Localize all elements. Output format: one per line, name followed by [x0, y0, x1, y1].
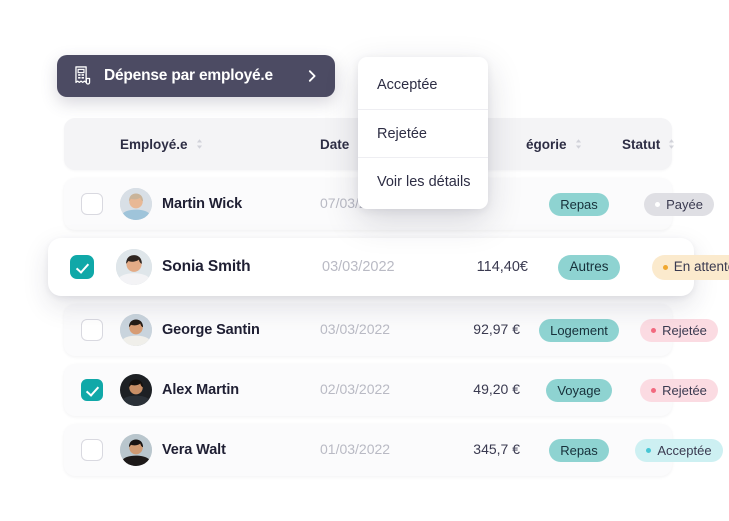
column-header-employee-label: Employé.e — [120, 137, 188, 152]
menu-item-rejetee[interactable]: Rejetée — [358, 109, 488, 157]
status-cell: Rejetée — [616, 319, 728, 342]
row-checkbox[interactable] — [81, 193, 103, 215]
amount-cell: 49,20 € — [428, 381, 520, 399]
column-header-date-label: Date — [320, 137, 349, 152]
status-cell: En attente — [628, 255, 729, 280]
category-cell: Repas — [520, 193, 616, 216]
sort-arrows-icon — [667, 138, 676, 150]
receipt-icon — [73, 66, 92, 86]
row-checkbox-checked[interactable] — [70, 255, 94, 279]
date-value: 02/03/2022 — [320, 381, 390, 397]
category-cell: Autres — [528, 255, 628, 280]
category-badge: Voyage — [546, 379, 611, 402]
status-dot-icon — [651, 328, 656, 333]
column-header-category-label: égorie — [526, 137, 567, 152]
amount-value: 114,40€ — [477, 259, 528, 275]
table-row[interactable]: Alex Martin02/03/202249,20 €VoyageRejeté… — [64, 364, 672, 416]
amount-cell: 92,97 € — [428, 321, 520, 339]
amount-cell: 114,40€ — [434, 258, 528, 276]
status-label: Rejetée — [662, 324, 707, 337]
row-checkbox-cell — [64, 319, 120, 341]
row-checkbox[interactable] — [81, 439, 103, 461]
date-cell: 03/03/2022 — [322, 258, 434, 276]
avatar — [120, 434, 152, 466]
date-value: 01/03/2022 — [320, 441, 390, 457]
status-dot-icon — [646, 448, 651, 453]
category-cell: Logement — [520, 319, 616, 342]
row-checkbox-cell — [64, 379, 120, 401]
status-label: Rejetée — [662, 384, 707, 397]
employee-cell: Martin Wick — [120, 188, 320, 220]
status-dot-icon — [651, 388, 656, 393]
menu-item-label: Acceptée — [377, 77, 437, 93]
row-checkbox[interactable] — [81, 319, 103, 341]
row-checkbox-checked[interactable] — [81, 379, 103, 401]
amount-value: 49,20 € — [473, 381, 520, 397]
chevron-right-icon — [305, 69, 319, 83]
row-checkbox-cell — [64, 193, 120, 215]
avatar — [120, 314, 152, 346]
menu-item-acceptee[interactable]: Acceptée — [358, 61, 488, 109]
employee-name: Sonia Smith — [162, 258, 250, 276]
sort-arrows-icon — [195, 138, 204, 150]
status-badge: Payée — [644, 193, 714, 216]
expense-table-screen: Dépense par employé.e Employé.e Date — [0, 0, 729, 521]
menu-item-voir-les-details[interactable]: Voir les détails — [358, 157, 488, 205]
table-row[interactable]: Sonia Smith03/03/2022114,40€AutresEn att… — [48, 238, 694, 296]
employee-name: Alex Martin — [162, 382, 239, 398]
amount-cell: 345,7 € — [428, 441, 520, 459]
date-cell: 02/03/2022 — [320, 381, 428, 399]
expense-by-employee-button[interactable]: Dépense par employé.e — [57, 55, 335, 97]
category-cell: Voyage — [520, 379, 616, 402]
column-header-employee[interactable]: Employé.e — [120, 137, 320, 152]
amount-value: 92,97 € — [473, 321, 520, 337]
status-dot-icon — [655, 202, 660, 207]
menu-item-label: Voir les détails — [377, 174, 471, 190]
category-badge: Logement — [539, 319, 619, 342]
row-checkbox-cell — [48, 255, 116, 279]
status-label: Acceptée — [657, 444, 711, 457]
status-badge: Acceptée — [635, 439, 722, 462]
avatar — [116, 249, 152, 285]
date-cell: 01/03/2022 — [320, 441, 428, 459]
employee-cell: Sonia Smith — [116, 249, 322, 285]
sort-arrows-icon — [574, 138, 583, 150]
employee-name: Vera Walt — [162, 442, 226, 458]
category-badge: Repas — [549, 193, 609, 216]
table-body: Martin Wick07/03/2022RepasPayéeSonia Smi… — [64, 178, 672, 476]
table-row[interactable]: Vera Walt01/03/2022345,7 €RepasAcceptée — [64, 424, 672, 476]
status-badge: En attente — [652, 255, 729, 280]
table-row[interactable]: George Santin03/03/202292,97 €LogementRe… — [64, 304, 672, 356]
employee-cell: George Santin — [120, 314, 320, 346]
avatar — [120, 374, 152, 406]
status-badge: Rejetée — [640, 379, 718, 402]
status-badge: Rejetée — [640, 319, 718, 342]
row-checkbox-cell — [64, 439, 120, 461]
status-cell: Acceptée — [616, 439, 728, 462]
employee-name: Martin Wick — [162, 196, 242, 212]
column-header-status-label: Statut — [622, 137, 660, 152]
column-header-category[interactable]: égorie — [520, 137, 616, 152]
date-cell: 03/03/2022 — [320, 321, 428, 339]
status-label: En attente — [674, 260, 729, 274]
column-header-status[interactable]: Statut — [616, 137, 728, 152]
date-value: 03/03/2022 — [322, 259, 395, 275]
category-badge: Autres — [558, 255, 619, 280]
avatar — [120, 188, 152, 220]
expense-by-employee-label: Dépense par employé.e — [104, 67, 299, 85]
date-value: 03/03/2022 — [320, 321, 390, 337]
employee-cell: Vera Walt — [120, 434, 320, 466]
menu-item-label: Rejetée — [377, 126, 427, 142]
context-menu: Acceptée Rejetée Voir les détails — [358, 57, 488, 209]
employee-cell: Alex Martin — [120, 374, 320, 406]
employee-name: George Santin — [162, 322, 260, 338]
amount-value: 345,7 € — [473, 441, 520, 457]
status-cell: Payée — [616, 193, 728, 216]
status-cell: Rejetée — [616, 379, 728, 402]
category-cell: Repas — [520, 439, 616, 462]
status-dot-icon — [663, 265, 668, 270]
status-label: Payée — [666, 198, 703, 211]
category-badge: Repas — [549, 439, 609, 462]
